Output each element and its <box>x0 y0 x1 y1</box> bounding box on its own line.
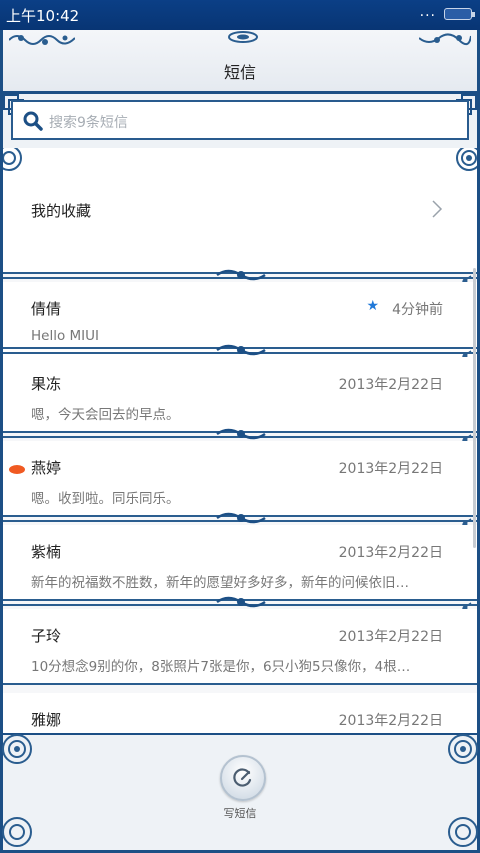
contact-name: 子玲 <box>31 627 62 645</box>
message-date: 2013年2月22日 <box>338 629 443 645</box>
unread-indicator <box>9 465 25 474</box>
status-dots: ... <box>419 4 436 20</box>
contact-name: 紫楠 <box>31 543 62 561</box>
conversation-row[interactable]: 紫楠 2013年2月22日 新年的祝福数不胜数，新年的愿望好多好多，新年的问候依… <box>3 525 477 599</box>
contact-name: 倩倩 <box>31 300 62 318</box>
status-time: 上午10:42 <box>6 7 80 25</box>
cloud-swirl-icon <box>2 734 32 764</box>
contact-name: 果冻 <box>31 375 62 393</box>
header: 短信 <box>0 30 480 94</box>
compose-button[interactable] <box>220 755 266 801</box>
search-bar: 搜索9条短信 <box>0 94 480 148</box>
scrollbar[interactable] <box>473 268 476 548</box>
conversation-row[interactable]: 果冻 2013年2月22日 嗯，今天会回去的早点。 <box>3 357 477 431</box>
message-date: 4分钟前 <box>392 302 443 318</box>
floral-ornament-icon <box>419 33 471 46</box>
message-snippet: 嗯。收到啦。同乐同乐。 <box>31 491 180 507</box>
knot-ornament-icon <box>216 596 266 608</box>
search-icon <box>23 111 43 131</box>
divider <box>3 344 477 370</box>
knot-ornament-icon <box>216 428 266 440</box>
knot-ornament-icon <box>228 31 258 43</box>
cloud-swirl-icon <box>3 148 22 171</box>
message-snippet: 10分想念9别的你，8张照片7张是你，6只小狗5只像你，4根… <box>31 659 411 675</box>
contact-name: 雅娜 <box>31 711 62 729</box>
knot-ornament-icon <box>216 512 266 524</box>
divider <box>3 512 477 538</box>
conversation-row[interactable]: 雅娜 2013年2月22日 <box>3 693 477 733</box>
cloud-swirl-icon <box>448 734 478 764</box>
message-snippet: Hello MIUI <box>31 328 100 344</box>
divider <box>3 683 477 693</box>
conversation-list[interactable]: 我的收藏 倩倩 ★ 4分钟前 Hello MIUI 果冻 2013年2月22日 … <box>0 148 480 733</box>
floral-ornament-icon <box>9 35 75 45</box>
star-icon: ★ <box>366 298 379 314</box>
search-input[interactable]: 搜索9条短信 <box>11 100 469 140</box>
divider <box>3 596 477 622</box>
cloud-swirl-icon <box>456 148 477 171</box>
message-date: 2013年2月22日 <box>338 713 443 729</box>
chevron-right-icon <box>432 200 443 218</box>
contact-name: 燕婷 <box>31 459 62 477</box>
message-date: 2013年2月22日 <box>338 461 443 477</box>
message-date: 2013年2月22日 <box>338 377 443 393</box>
message-snippet: 嗯，今天会回去的早点。 <box>31 407 180 423</box>
message-snippet: 新年的祝福数不胜数，新年的愿望好多好多，新年的问候依旧… <box>31 575 409 591</box>
knot-ornament-icon <box>216 344 266 356</box>
bottom-bar: 写短信 <box>0 733 480 853</box>
favorites-label: 我的收藏 <box>31 202 92 220</box>
divider <box>3 428 477 454</box>
conversation-row[interactable]: 子玲 2013年2月22日 10分想念9别的你，8张照片7张是你，6只小狗5只像… <box>3 609 477 683</box>
compose-icon <box>233 768 252 787</box>
favorites-row[interactable]: 我的收藏 <box>3 148 477 274</box>
status-bar: 上午10:42 ... <box>0 0 480 30</box>
battery-icon <box>444 8 475 20</box>
search-placeholder: 搜索9条短信 <box>49 115 128 131</box>
message-date: 2013年2月22日 <box>338 545 443 561</box>
divider <box>3 269 477 295</box>
page-title: 短信 <box>223 63 256 82</box>
compose-label: 写短信 <box>223 807 257 820</box>
knot-ornament-icon <box>216 269 266 281</box>
conversation-row[interactable]: 燕婷 2013年2月22日 嗯。收到啦。同乐同乐。 <box>3 441 477 515</box>
